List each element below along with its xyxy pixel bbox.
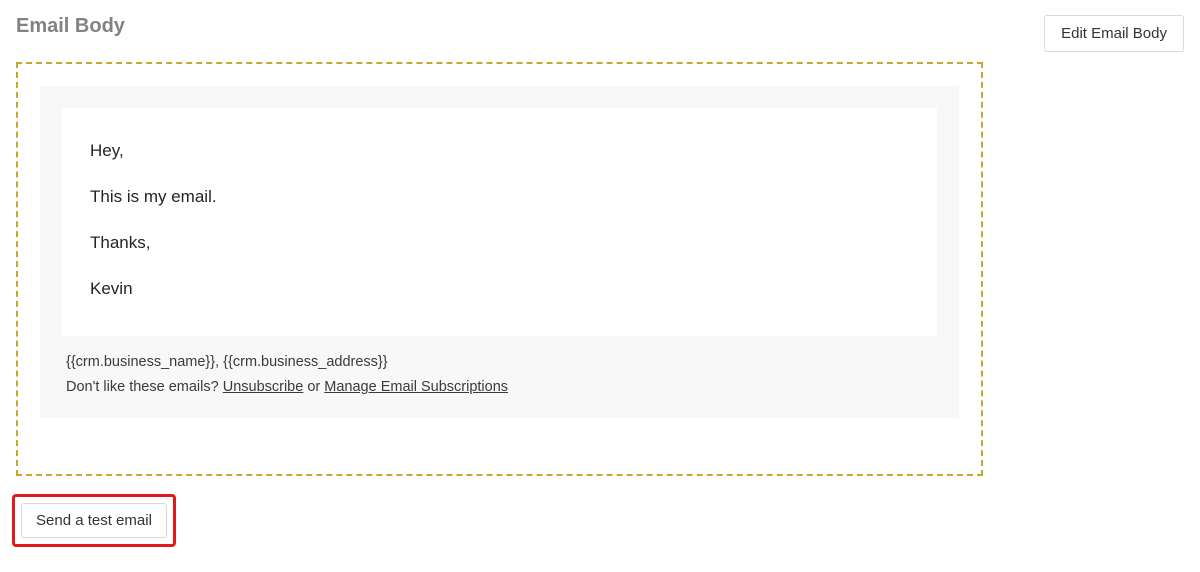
edit-email-body-button[interactable]: Edit Email Body bbox=[1044, 15, 1184, 52]
unsubscribe-prefix-text: Don't like these emails? bbox=[66, 379, 223, 395]
email-preview-outer: Hey, This is my email. Thanks, Kevin {{c… bbox=[40, 86, 959, 418]
manage-subscriptions-link[interactable]: Manage Email Subscriptions bbox=[324, 379, 508, 395]
email-body-preview-region[interactable]: Hey, This is my email. Thanks, Kevin {{c… bbox=[16, 62, 983, 476]
unsubscribe-middle-text: or bbox=[303, 379, 324, 395]
email-footer: {{crm.business_name}}, {{crm.business_ad… bbox=[62, 336, 937, 399]
email-signature: Kevin bbox=[90, 278, 909, 300]
send-test-highlight: Send a test email bbox=[12, 494, 176, 547]
email-thanks: Thanks, bbox=[90, 232, 909, 254]
email-greeting: Hey, bbox=[90, 140, 909, 162]
email-footer-unsubscribe: Don't like these emails? Unsubscribe or … bbox=[66, 375, 933, 400]
email-content-card: Hey, This is my email. Thanks, Kevin bbox=[62, 108, 937, 336]
section-header: Email Body Edit Email Body bbox=[0, 0, 1200, 52]
email-footer-merge-tags: {{crm.business_name}}, {{crm.business_ad… bbox=[66, 350, 933, 375]
send-test-email-button[interactable]: Send a test email bbox=[21, 503, 167, 538]
section-title: Email Body bbox=[16, 15, 125, 38]
unsubscribe-link[interactable]: Unsubscribe bbox=[223, 379, 304, 395]
email-body-text: This is my email. bbox=[90, 186, 909, 208]
